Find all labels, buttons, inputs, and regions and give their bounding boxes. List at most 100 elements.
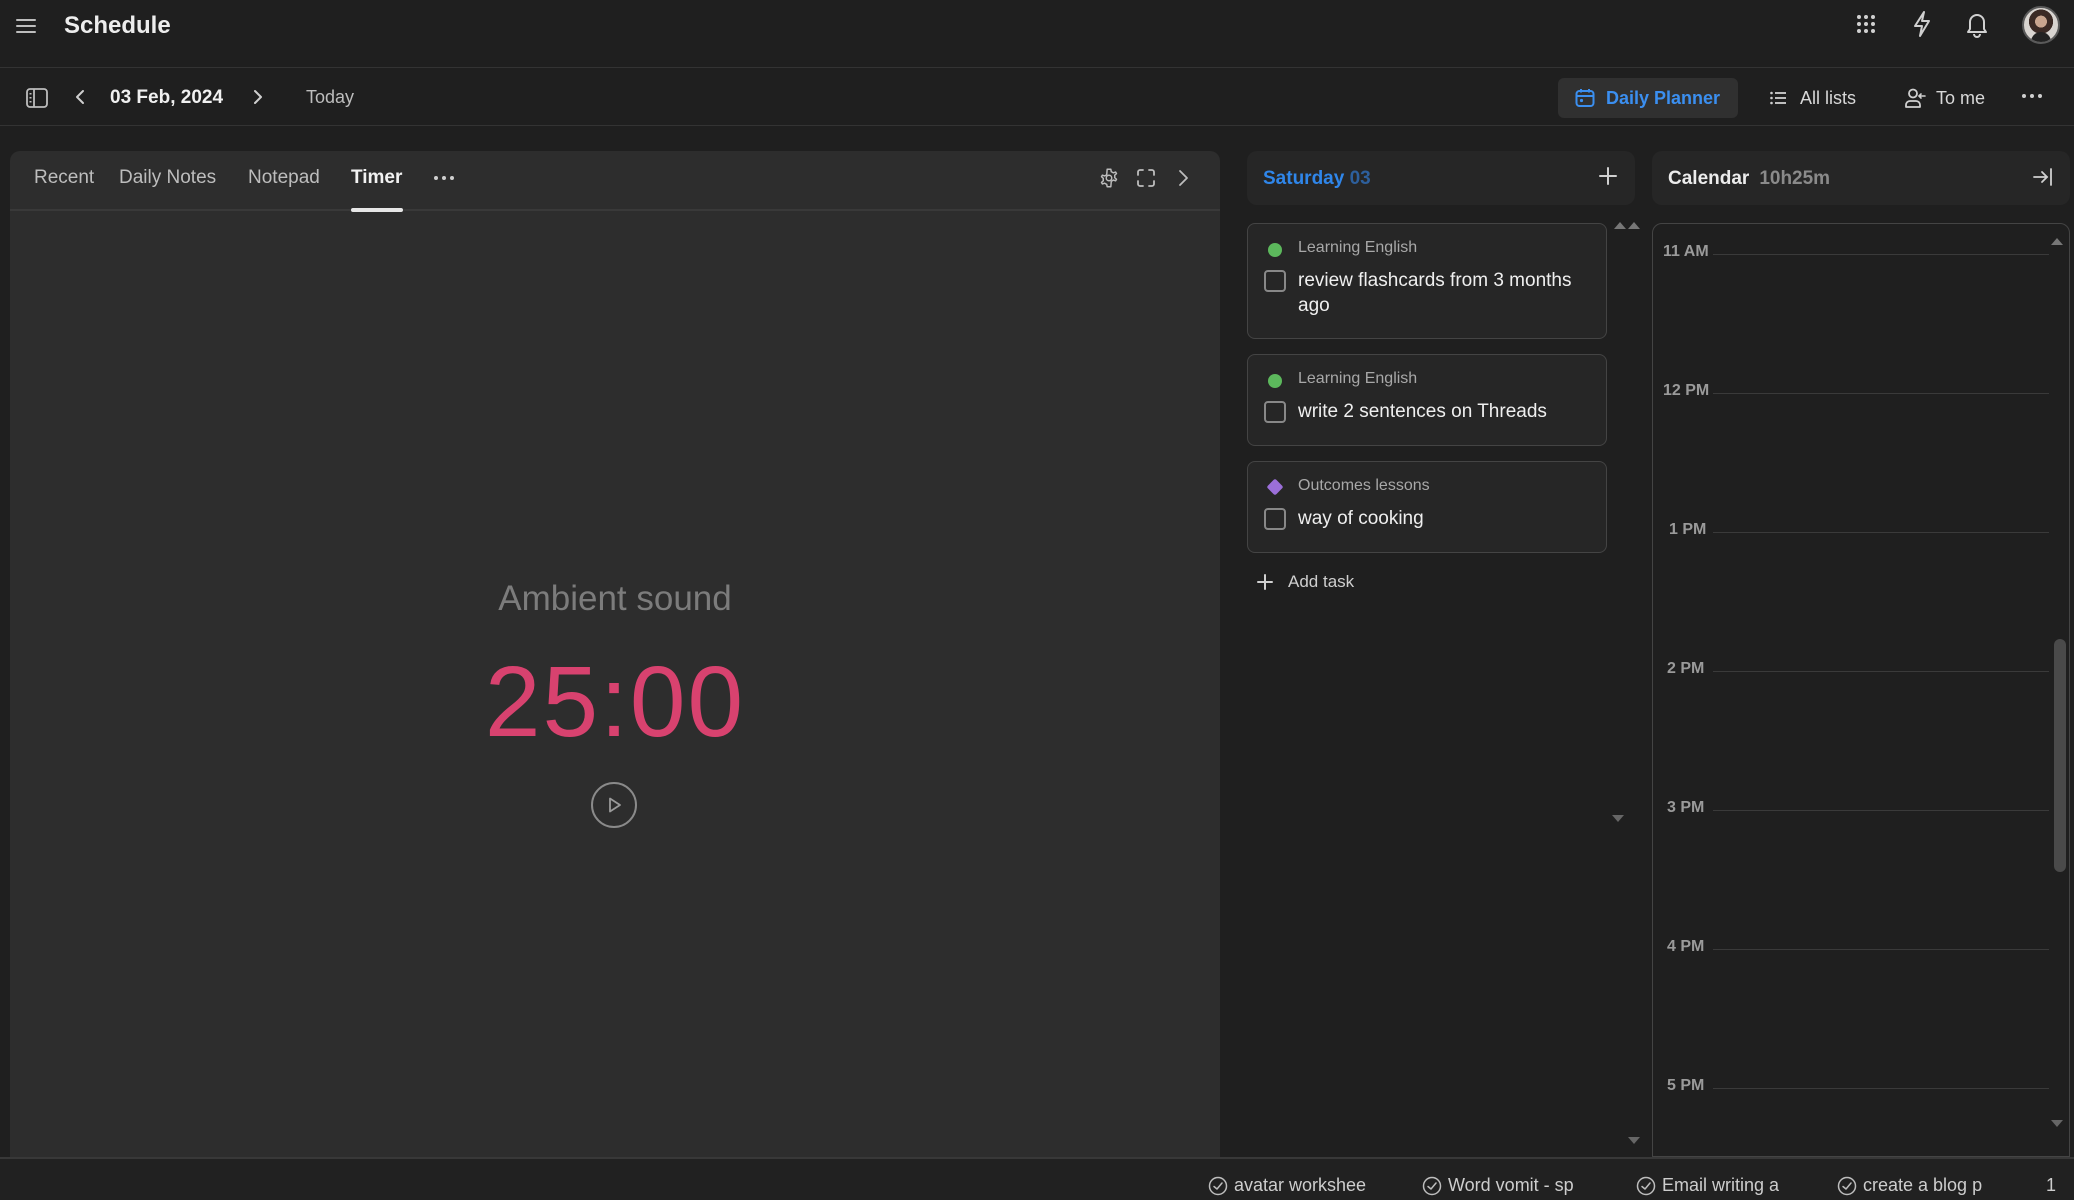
add-task-label: Add task — [1288, 572, 1355, 591]
collapse-right-icon[interactable] — [2032, 166, 2054, 188]
hour-label: 1 PM — [1669, 521, 1707, 538]
calendar-title: Calendar 10h25m — [1668, 168, 1830, 190]
calendar-header: Calendar 10h25m — [1652, 151, 2070, 205]
task-checkbox[interactable] — [1264, 270, 1286, 292]
calendar-icon — [1574, 87, 1596, 109]
pinned-task[interactable]: avatar workshee — [1208, 1175, 1366, 1196]
previous-day-button[interactable] — [72, 87, 88, 107]
hour-row: 11 AM — [1653, 243, 2069, 264]
hour-line — [1713, 949, 2049, 950]
tab-daily-notes[interactable]: Daily Notes — [119, 167, 216, 189]
hour-row: 12 PM — [1653, 382, 2069, 403]
add-task-button[interactable]: Add task — [1256, 572, 1354, 592]
view-daily-planner[interactable]: Daily Planner — [1558, 78, 1738, 118]
next-day-button[interactable] — [250, 87, 266, 107]
task-card[interactable]: Learning English review flashcards from … — [1247, 223, 1607, 339]
grid-icon[interactable] — [1854, 12, 1882, 40]
timer-panel: Recent Daily Notes Notepad Timer Ambient… — [10, 151, 1220, 1157]
task-checkbox[interactable] — [1264, 401, 1286, 423]
scroll-up-icon[interactable] — [1614, 222, 1626, 229]
panel-tabs: Recent Daily Notes Notepad Timer — [10, 151, 1220, 212]
hour-line — [1713, 254, 2049, 255]
tab-timer[interactable]: Timer — [351, 167, 402, 189]
list-diamond-icon — [1266, 478, 1284, 496]
view-to-me[interactable]: To me — [1888, 78, 2001, 118]
list-icon — [1768, 87, 1790, 109]
pinned-task-label: Email writing a — [1662, 1175, 1780, 1195]
scroll-up-icon[interactable] — [1628, 222, 1640, 229]
bell-icon[interactable] — [1964, 10, 1992, 38]
add-icon[interactable] — [1597, 165, 1619, 187]
fullscreen-icon[interactable] — [1135, 167, 1157, 189]
hour-line — [1713, 810, 2049, 811]
task-list-name: Outcomes lessons — [1298, 477, 1430, 494]
task-title: write 2 sentences on Threads — [1298, 401, 1547, 422]
hour-label: 5 PM — [1667, 1077, 1705, 1094]
settings-gear-icon[interactable] — [1098, 167, 1120, 189]
list-color-dot — [1268, 374, 1282, 388]
pinned-task[interactable]: create a blog p — [1837, 1175, 1982, 1196]
tab-recent[interactable]: Recent — [34, 167, 94, 189]
hour-line — [1713, 393, 2049, 394]
check-circle-icon — [1636, 1176, 1656, 1196]
sidebar-toggle-icon[interactable] — [26, 88, 48, 108]
hour-label: 12 PM — [1663, 382, 1710, 399]
pinned-task[interactable]: Email writing a — [1636, 1175, 1779, 1196]
hour-row: 5 PM — [1653, 1077, 2069, 1098]
top-bar: Schedule — [0, 0, 2074, 68]
pinned-count[interactable]: 1 — [2046, 1175, 2056, 1196]
scroll-down-icon[interactable] — [2051, 1120, 2063, 1127]
plus-icon — [1256, 573, 1274, 591]
hour-line — [1713, 532, 2049, 533]
toolbar: 03 Feb, 2024 Today Daily Planner All lis… — [0, 68, 2074, 126]
day-header: Saturday 03 — [1247, 151, 1635, 205]
day-number: 03 — [1349, 168, 1371, 189]
day-name: Saturday — [1263, 168, 1345, 189]
view-label: All lists — [1800, 87, 1857, 108]
person-arrow-icon — [1904, 87, 1926, 109]
today-button[interactable]: Today — [306, 87, 354, 108]
current-date[interactable]: 03 Feb, 2024 — [110, 87, 223, 109]
calendar-scrollbar[interactable] — [2054, 639, 2066, 872]
task-title: review flashcards from 3 months ago — [1298, 270, 1572, 316]
lightning-icon[interactable] — [1910, 10, 1938, 38]
view-all-lists[interactable]: All lists — [1752, 78, 1872, 118]
more-tabs-icon[interactable] — [432, 173, 456, 183]
play-button[interactable] — [591, 782, 637, 828]
avatar[interactable] — [2022, 6, 2060, 44]
hour-label: 2 PM — [1667, 660, 1705, 677]
view-label: To me — [1936, 87, 1986, 108]
app-title: Schedule — [64, 12, 171, 39]
task-card[interactable]: Outcomes lessons way of cooking — [1247, 461, 1607, 553]
calendar-duration: 10h25m — [1759, 168, 1831, 189]
task-card[interactable]: Learning English write 2 sentences on Th… — [1247, 354, 1607, 446]
scroll-down-icon[interactable] — [1612, 815, 1624, 822]
task-list-name: Learning English — [1298, 239, 1418, 256]
collapse-panel-chevron-icon[interactable] — [1172, 167, 1194, 189]
calendar-timeline[interactable]: 11 AM 12 PM 1 PM 2 PM 3 PM 4 PM 5 PM — [1652, 223, 2070, 1157]
pinned-task[interactable]: Word vomit - sp — [1422, 1175, 1574, 1196]
hour-label: 4 PM — [1667, 938, 1705, 955]
list-color-dot — [1268, 243, 1282, 257]
hamburger-icon[interactable] — [14, 14, 38, 38]
scroll-down-icon[interactable] — [1628, 1137, 1640, 1144]
check-circle-icon — [1422, 1176, 1442, 1196]
hour-row: 1 PM — [1653, 521, 2069, 542]
task-checkbox[interactable] — [1264, 508, 1286, 530]
hour-label: 3 PM — [1667, 799, 1705, 816]
hour-row: 3 PM — [1653, 799, 2069, 820]
tab-notepad[interactable]: Notepad — [248, 167, 320, 189]
pinned-task-label: avatar workshee — [1234, 1175, 1367, 1195]
pinned-task-label: Word vomit - sp — [1448, 1175, 1574, 1195]
hour-line — [1713, 1088, 2049, 1089]
pinned-task-label: create a blog p — [1863, 1175, 1983, 1195]
more-options-icon[interactable] — [2020, 88, 2044, 104]
day-title: Saturday 03 — [1263, 168, 1371, 190]
hour-line — [1713, 671, 2049, 672]
task-list-name: Learning English — [1298, 370, 1418, 387]
pinned-tasks-bar: avatar workshee Word vomit - sp Email wr… — [0, 1157, 2074, 1200]
view-label: Daily Planner — [1606, 87, 1721, 108]
ambient-sound-label[interactable]: Ambient sound — [10, 579, 1220, 619]
calendar-label: Calendar — [1668, 168, 1750, 189]
active-tab-indicator — [351, 208, 403, 212]
